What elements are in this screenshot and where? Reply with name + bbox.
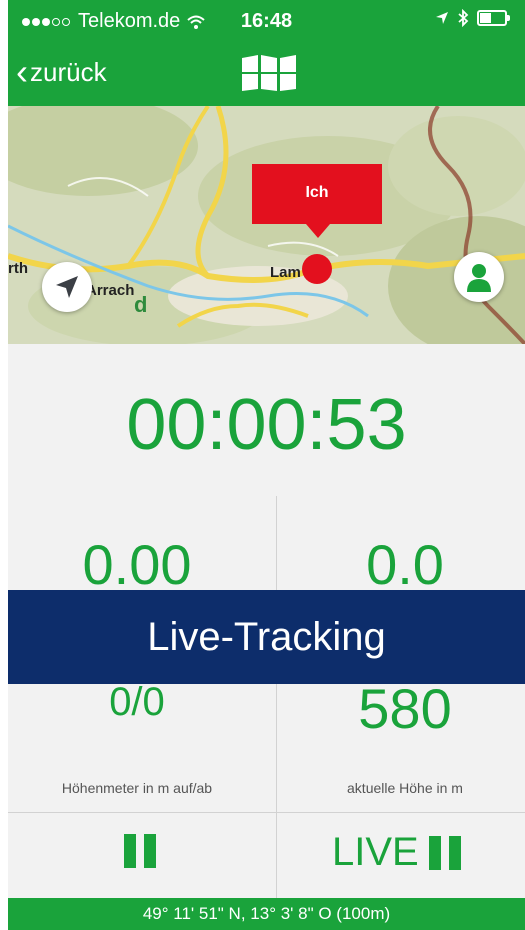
live-tracking-label: Live-Tracking [147,614,386,659]
back-button[interactable]: ‹ zurück [16,54,107,90]
pause-icon [428,835,461,870]
status-icons [435,9,510,27]
current-location-dot [302,254,332,284]
map-label-arrach: Arrach [86,282,135,299]
coordinates-bar: 49° 11' 51" N, 13° 3' 8" O (100m) [8,898,525,930]
map-label-d: d [134,292,148,317]
distance-value: 0.00 [82,533,192,596]
live-pause-button[interactable]: LIVE [332,830,461,875]
pause-tracking-button[interactable] [124,834,156,868]
stats-grid: 0.00 0.0 0/0 Höhenmeter in m auf/ab 580 … [8,496,525,898]
location-arrow-icon [436,12,448,24]
ascent-descent-value: 0/0 [109,680,165,724]
live-tracking-banner[interactable]: Live-Tracking [8,590,525,684]
nav-bar: ‹ zurück [8,42,525,106]
elapsed-time-panel: 00:00:53 [8,344,525,497]
ascent-caption: Höhenmeter in m auf/ab [61,780,213,796]
battery-icon [477,10,510,26]
back-label: zurück [30,56,107,87]
elapsed-time: 00:00:53 [126,385,407,465]
folded-map-icon[interactable] [240,54,298,92]
bluetooth-icon [458,9,469,27]
grid-divider-horizontal [8,812,525,813]
map-canvas [8,106,525,344]
callout-label: Ich [305,184,329,201]
speed-value: 0.0 [366,533,444,596]
location-callout[interactable]: Ich [252,164,382,224]
navigation-arrow-icon[interactable] [42,262,92,312]
map-label-lam: Lam [270,264,301,281]
coordinates-text: 49° 11' 51" N, 13° 3' 8" O (100m) [142,904,391,923]
status-bar: Telekom.de 16:48 [8,0,525,42]
altitude-caption: aktuelle Höhe in m [347,780,463,796]
map-view[interactable]: rth Arrach Lam d Ich [8,106,525,344]
callout-pointer [306,224,330,238]
person-icon[interactable] [454,252,504,302]
chevron-left-icon: ‹ [16,51,28,92]
map-label-rth: rth [8,260,28,277]
altitude-value: 580 [358,677,452,740]
live-label: LIVE [332,830,419,874]
